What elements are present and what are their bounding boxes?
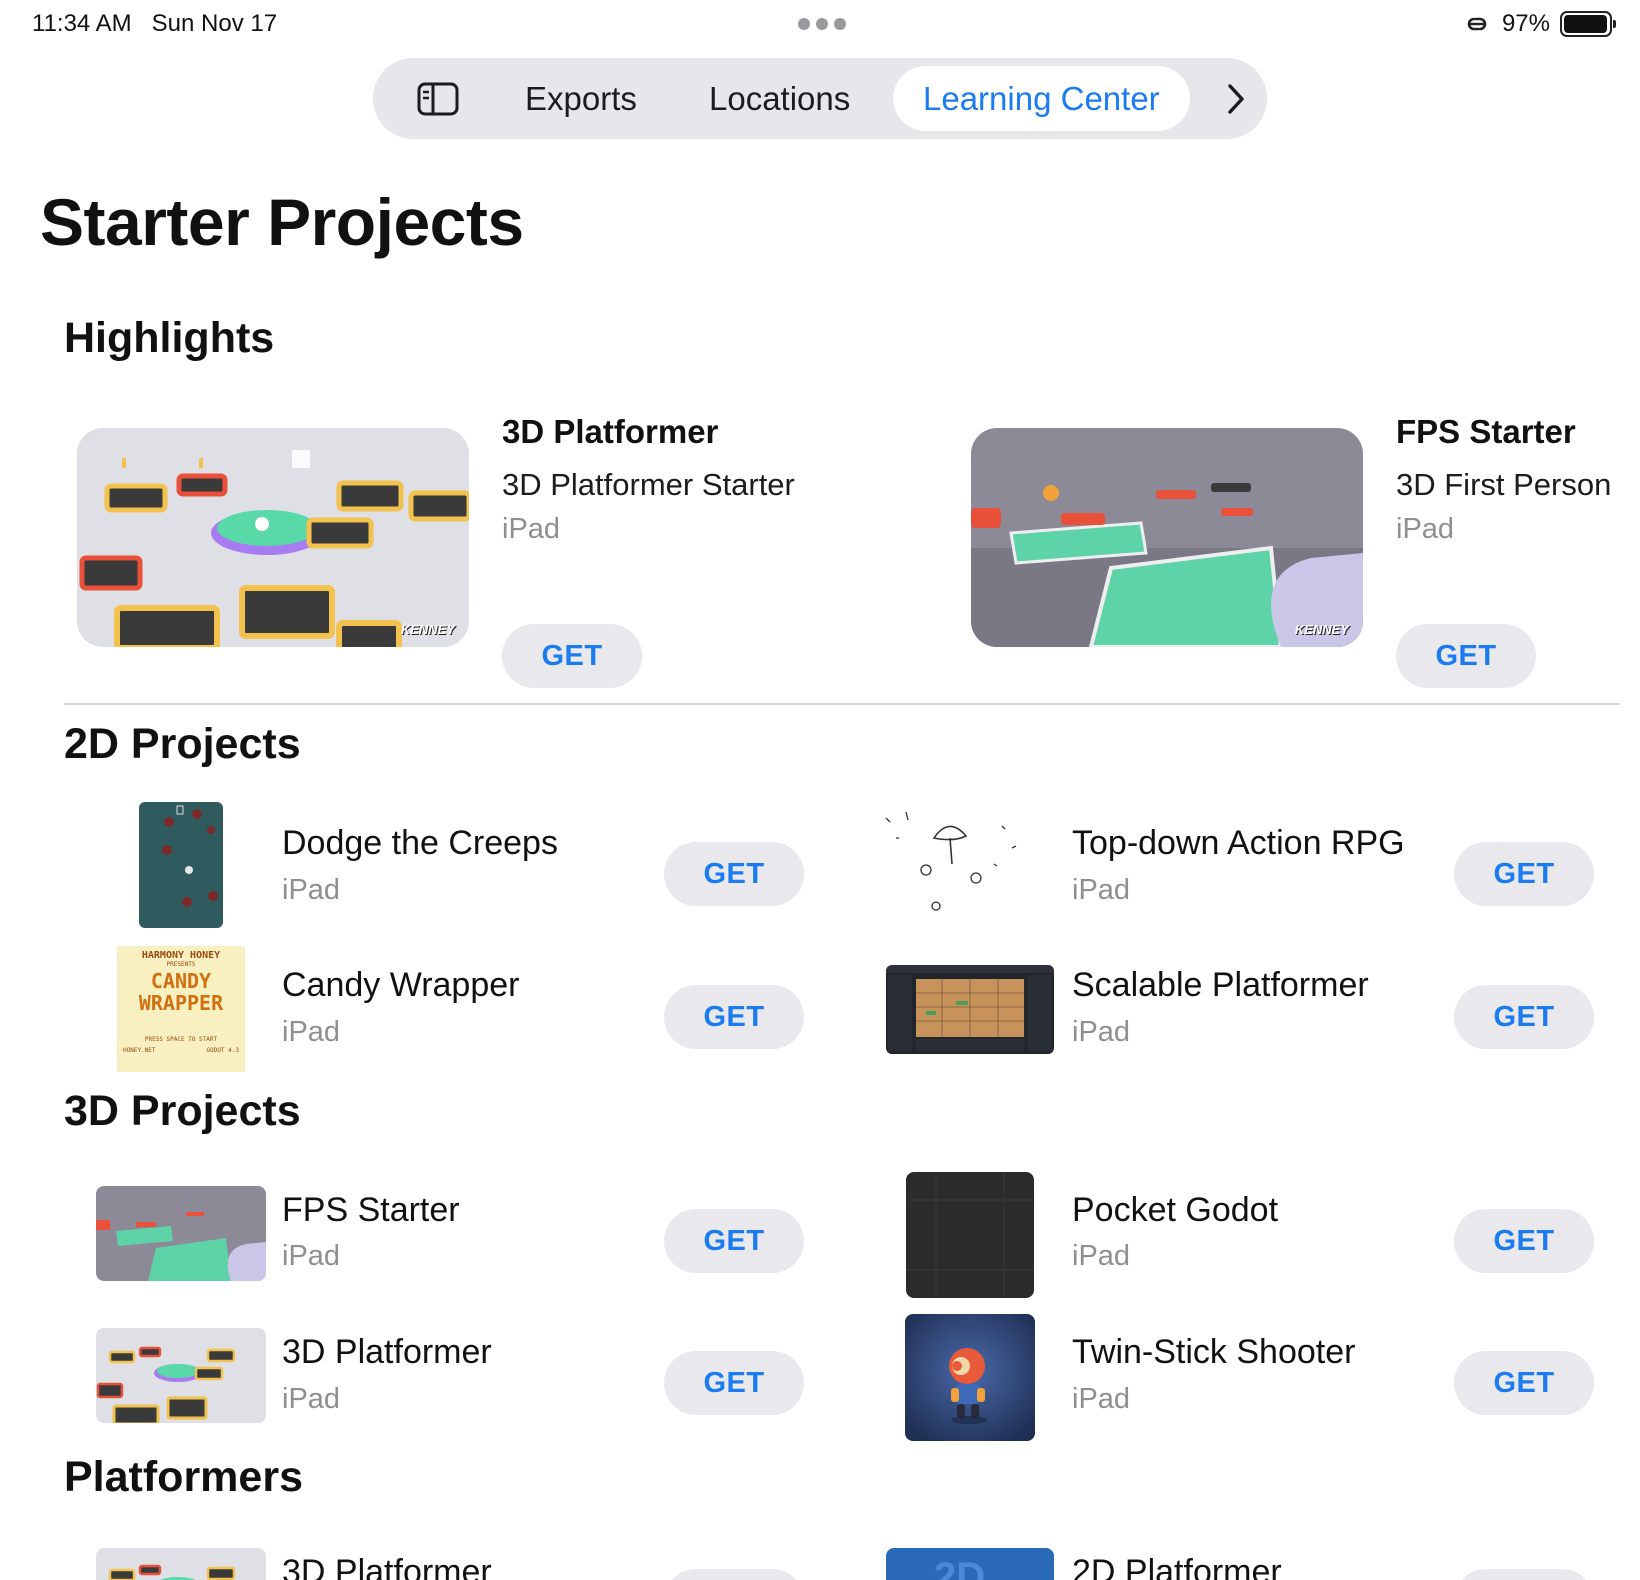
thumbnail-fps-starter[interactable] [96,1186,266,1281]
project-title: 2D Platformer [1072,1553,1282,1580]
get-button[interactable]: GET [664,1209,804,1273]
link-icon [1462,14,1492,34]
project-title: Pocket Godot [1072,1191,1279,1229]
battery-fill [1564,15,1607,33]
get-button[interactable] [664,1569,804,1580]
thumbnail-3d-platformer[interactable] [96,1548,266,1580]
thumb-text: PRESS SPACE TO START [144,1036,218,1043]
thumbnail-scalable-platformer[interactable] [886,965,1054,1054]
project-device: iPad [282,1383,341,1415]
section-divider [64,703,1620,705]
status-bar: 11:34 AM Sun Nov 17 97% [0,0,1640,48]
tab-learning-center[interactable]: Learning Center [893,66,1190,131]
project-device: iPad [1072,1016,1131,1048]
highlight-device: iPad [1396,513,1455,545]
get-button[interactable] [1454,1569,1594,1580]
get-button[interactable]: GET [664,985,804,1049]
thumb-text: WRAPPER [138,991,224,1015]
section-title-platformers: Platformers [64,1453,303,1501]
time-text: 11:34 AM [32,10,132,37]
tab-locations[interactable]: Locations [709,58,850,139]
highlight-thumbnail-3d-platformer[interactable]: KENNEY [77,428,469,647]
thumb-text: GODOT 4.3 [206,1047,239,1054]
project-title: Twin-Stick Shooter [1072,1333,1356,1371]
tab-bar: Exports Locations Learning Center [373,58,1267,139]
project-device: iPad [1072,874,1131,906]
date-text: Sun Nov 17 [151,10,278,37]
project-device: iPad [282,1240,341,1272]
get-button[interactable]: GET [664,842,804,906]
thumb-text: CANDY [150,969,212,993]
project-title: 3D Platformer [282,1553,492,1580]
thumbnail-twin-stick-shooter[interactable] [905,1314,1035,1441]
thumbnail-3d-platformer[interactable] [96,1328,266,1423]
highlight-title: 3D Platformer [502,413,719,450]
get-button[interactable]: GET [664,1351,804,1415]
thumb-text: HARMONY HONEY [141,950,221,961]
multitasking-dots-icon[interactable] [798,18,846,30]
svg-text:2D: 2D [934,1555,985,1580]
section-title-3d-projects: 3D Projects [64,1087,301,1135]
project-title: 3D Platformer [282,1333,492,1371]
project-device: iPad [282,874,341,906]
page-title: Starter Projects [40,185,524,259]
highlight-title: FPS Starter [1396,413,1576,450]
thumbnail-dodge-the-creeps[interactable] [139,802,223,928]
highlight-thumbnail-fps-starter[interactable]: KENNEY [971,428,1363,647]
thumbnail-pocket-godot[interactable] [906,1172,1034,1298]
get-button[interactable]: GET [1454,842,1594,906]
sidebar-toggle-icon[interactable] [417,82,459,116]
get-button[interactable]: GET [502,624,642,688]
thumbnail-2d-platformer[interactable]: 2D [886,1548,1054,1580]
get-button[interactable]: GET [1454,1209,1594,1273]
project-title: Dodge the Creeps [282,824,558,862]
tab-exports[interactable]: Exports [525,58,637,139]
project-device: iPad [1072,1383,1131,1415]
project-title: Scalable Platformer [1072,966,1369,1004]
thumb-text: HONEY.NET [123,1047,156,1054]
battery-percent: 97% [1501,10,1550,37]
status-right: 97% [1462,10,1616,38]
project-title: Candy Wrapper [282,966,520,1004]
project-title: FPS Starter [282,1191,460,1229]
status-time: 11:34 AM Sun Nov 17 [32,10,277,38]
thumbnail-candy-wrapper[interactable]: HARMONY HONEY PRESENTS CANDY WRAPPER PRE… [117,946,245,1072]
section-title-highlights: Highlights [64,314,275,362]
project-device: iPad [282,1016,341,1048]
kenney-logo: KENNEY [1294,622,1349,637]
highlight-device: iPad [502,513,561,545]
battery-icon [1560,11,1616,37]
get-button[interactable]: GET [1454,1351,1594,1415]
get-button[interactable]: GET [1454,985,1594,1049]
get-button[interactable]: GET [1396,624,1536,688]
project-title: Top-down Action RPG [1072,824,1405,862]
kenney-logo: KENNEY [400,622,455,637]
section-title-2d-projects: 2D Projects [64,720,301,768]
thumb-text: PRESENTS [166,961,196,968]
highlight-subtitle: 3D Platformer Starter [502,467,795,502]
chevron-right-icon[interactable] [1224,82,1248,116]
highlight-subtitle: 3D First Person [1396,467,1612,502]
thumbnail-top-down-action-rpg[interactable] [884,808,1030,920]
project-device: iPad [1072,1240,1131,1272]
